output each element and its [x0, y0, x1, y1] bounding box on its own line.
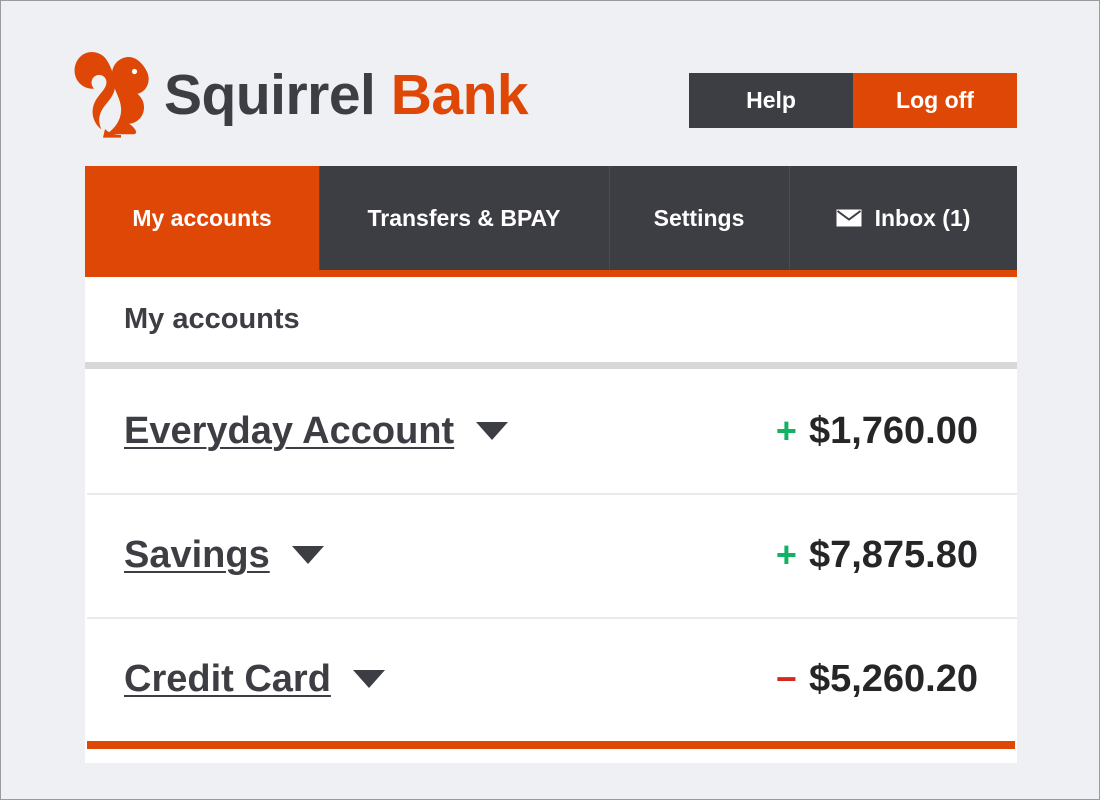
account-balance-everyday: + $1,760.00	[776, 410, 978, 453]
brand-name-accent: Bank	[390, 62, 529, 127]
squirrel-icon	[74, 52, 149, 138]
page-title-row: My accounts	[85, 277, 1017, 362]
panel-bottom-accent-bar	[87, 741, 1015, 749]
balance-amount-credit-card: $5,260.20	[808, 657, 978, 700]
balance-sign-everyday: +	[775, 409, 797, 451]
title-divider	[85, 362, 1017, 369]
balance-amount-everyday: $1,760.00	[808, 409, 978, 452]
account-link-credit-card[interactable]: Credit Card	[124, 658, 385, 701]
primary-navigation: My accounts Transfers & BPAY Settings In…	[85, 166, 1017, 270]
brand-wordmark: Squirrel Bank	[164, 66, 529, 124]
account-row-savings[interactable]: Savings + $7,875.80	[85, 493, 1017, 617]
brand-name-primary: Squirrel	[164, 62, 376, 127]
tab-settings-label: Settings	[653, 204, 745, 231]
tab-inbox-label: Inbox (1)	[874, 204, 971, 231]
balance-sign-credit-card: −	[775, 657, 797, 699]
account-balance-credit-card: − $5,260.20	[776, 658, 978, 701]
account-link-everyday[interactable]: Everyday Account	[124, 410, 509, 453]
balance-amount-savings: $7,875.80	[808, 533, 978, 576]
account-name-credit-card[interactable]: Credit Card	[124, 658, 331, 701]
account-row-credit-card[interactable]: Credit Card − $5,260.20	[85, 617, 1017, 741]
tab-my-accounts[interactable]: My accounts	[85, 166, 319, 270]
account-link-savings[interactable]: Savings	[124, 534, 324, 577]
chevron-down-icon[interactable]	[291, 546, 324, 564]
tab-settings[interactable]: Settings	[609, 166, 789, 270]
app-root: Squirrel Bank Help Log off My accounts T…	[1, 1, 1099, 799]
chevron-down-icon[interactable]	[352, 670, 385, 688]
brand-logo[interactable]: Squirrel Bank	[72, 47, 529, 143]
balance-sign-savings: +	[775, 533, 797, 575]
panel-bottom-padding	[85, 749, 1017, 763]
tab-inbox[interactable]: Inbox (1)	[789, 166, 1017, 270]
tab-transfers-bpay-label: Transfers & BPAY	[367, 204, 561, 231]
log-off-button[interactable]: Log off	[853, 73, 1017, 128]
site-header: Squirrel Bank Help Log off	[72, 47, 1017, 143]
tab-transfers-bpay[interactable]: Transfers & BPAY	[319, 166, 609, 270]
main-panel: My accounts Transfers & BPAY Settings In…	[85, 166, 1017, 763]
help-button[interactable]: Help	[689, 73, 853, 128]
header-actions: Help Log off	[689, 73, 1017, 128]
tab-my-accounts-label: My accounts	[132, 204, 272, 231]
page-title: My accounts	[124, 303, 300, 335]
chevron-down-icon[interactable]	[476, 422, 509, 440]
account-balance-savings: + $7,875.80	[776, 534, 978, 577]
mail-icon	[836, 209, 862, 227]
account-name-savings[interactable]: Savings	[124, 534, 270, 577]
nav-underline-bar	[85, 270, 1017, 277]
account-row-everyday[interactable]: Everyday Account + $1,760.00	[85, 369, 1017, 493]
account-name-everyday[interactable]: Everyday Account	[124, 410, 454, 453]
